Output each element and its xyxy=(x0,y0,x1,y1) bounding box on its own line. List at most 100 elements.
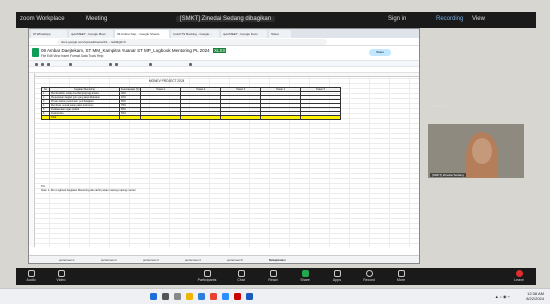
sheet-title-text: 09 Ambar Daejtekam, ST MM_Kampitra Yuana… xyxy=(41,48,210,53)
sign-in-button[interactable]: Sign in xyxy=(388,16,406,22)
browser-tab[interactable]: quiz/MEET - Google Meet xyxy=(69,30,113,38)
redo-icon[interactable] xyxy=(41,63,44,66)
participants-label: Participants xyxy=(197,278,217,282)
chat-icon xyxy=(237,270,245,277)
browser-tab[interactable]: quiz/MEET - Google Docs xyxy=(221,30,267,38)
meeting-label[interactable]: Meeting xyxy=(86,16,107,22)
leave-icon xyxy=(515,270,523,277)
browser-tab-active[interactable]: 09 Ambar Dep... Google Sheets xyxy=(115,30,169,38)
zoom-taskbar-icon[interactable] xyxy=(222,293,229,300)
zoom-title-bar: zoom Workplace Meeting [SMKT] Zinedai Se… xyxy=(16,12,536,28)
share-button[interactable]: Share xyxy=(369,49,391,56)
spreadsheet-grid[interactable]: MONEV PROJECT 2024 No Kegiatan Mentoring… xyxy=(29,73,419,247)
borders-icon[interactable] xyxy=(149,63,152,66)
apps-label: Apps xyxy=(332,278,342,282)
bold-icon[interactable] xyxy=(109,63,112,66)
browser-tab-strip: W WhatsApp quiz/MEET - Google Meet 09 Am… xyxy=(29,29,419,38)
recording-indicator: Recording xyxy=(436,16,464,22)
total-label[interactable]: Total xyxy=(49,115,120,120)
sheets-logo-icon xyxy=(32,48,39,57)
windows-taskbar: ▲ ♪ ◉ ⌁ 12:38 AM 8/22/2024 xyxy=(0,288,550,304)
monitor-photo: zoom Workplace Meeting [SMKT] Zinedai Se… xyxy=(0,0,550,304)
more-button[interactable]: More xyxy=(388,270,414,282)
record-icon xyxy=(365,270,373,277)
chat-label: Chat xyxy=(237,278,245,282)
react-label: React xyxy=(268,278,278,282)
audio-label: Audio xyxy=(26,278,36,282)
header-cell[interactable]: Ketercapaian (%) xyxy=(118,87,142,92)
sheet-tab[interactable]: pertemuan 3 xyxy=(143,258,159,262)
sheet-tab-active[interactable]: Rekapitulasi xyxy=(269,258,285,262)
share-screen-icon xyxy=(301,270,309,277)
total-row: Total xyxy=(41,115,341,120)
video-label: Video xyxy=(56,278,66,282)
record-button[interactable]: Record xyxy=(356,270,382,282)
task-view-icon[interactable] xyxy=(174,293,181,300)
chat-button[interactable]: Chat xyxy=(228,270,254,282)
system-tray-icons[interactable]: ▲ ♪ ◉ ⌁ xyxy=(495,294,510,299)
participants-icon xyxy=(203,270,211,277)
sheet-title[interactable]: 09 Ambar Daejtekam, ST MM_Kampitra Yuana… xyxy=(41,48,227,53)
windows-start-icon[interactable] xyxy=(150,293,157,300)
leave-label: Leave xyxy=(514,278,524,282)
sheet-tab[interactable]: pertemuan 1 xyxy=(59,258,75,262)
undo-icon[interactable] xyxy=(35,63,38,66)
url-field[interactable]: docs.google.com/spreadsheets/d/1..../edi… xyxy=(57,39,327,45)
zoom-app-title: zoom Workplace xyxy=(20,16,65,22)
leave-button[interactable]: Leave xyxy=(506,270,532,282)
file-format-badge: XLSX xyxy=(212,48,227,53)
sheet-notes: Ttd, Note: 1. Run Logbook Kegiatan Mento… xyxy=(41,185,136,193)
apps-icon xyxy=(333,270,341,277)
view-button[interactable]: View xyxy=(472,16,485,22)
participant-face xyxy=(472,138,492,164)
participant-video[interactable]: [SMKT] Zinedai Sedang xyxy=(428,124,524,178)
sheet-header: 09 Ambar Daejtekam, ST MM_Kampitra Yuana… xyxy=(29,46,419,60)
edge-icon[interactable] xyxy=(198,293,205,300)
browser-tab[interactable]: ListLKTS Booking - Google... xyxy=(171,30,219,38)
clock-date: 8/22/2024 xyxy=(526,296,544,301)
heart-icon xyxy=(269,270,277,277)
mentoring-table: No Kegiatan Mentoring Ketercapaian (%) P… xyxy=(41,87,341,120)
camera-icon xyxy=(57,270,65,277)
share-status-label[interactable]: [SMKT] Zinedai Sedang dibagikan xyxy=(176,16,276,22)
italic-icon[interactable] xyxy=(115,63,118,66)
apps-button[interactable]: Apps xyxy=(324,270,350,282)
file-explorer-icon[interactable] xyxy=(186,293,193,300)
share-screen-button[interactable]: Share xyxy=(292,270,318,282)
note-line: Note: 1. Run Logbook Kegiatan Mentoring … xyxy=(41,189,136,192)
more-label: More xyxy=(396,278,406,282)
browser-tab[interactable]: Sheet xyxy=(269,30,291,38)
microphone-icon xyxy=(27,270,35,277)
align-icon[interactable] xyxy=(189,63,192,66)
participant-mini-tile[interactable]: Kampitra... xyxy=(432,104,522,120)
system-clock[interactable]: 12:38 AM 8/22/2024 xyxy=(526,291,544,301)
zoom-meeting-toolbar: Audio Video Participants Chat React Shar… xyxy=(16,268,536,285)
column-headers xyxy=(29,73,419,77)
sheet-tab[interactable]: pertemuan 5 xyxy=(227,258,243,262)
audio-button[interactable]: Audio xyxy=(18,270,44,282)
table-title: MONEV PROJECT 2024 xyxy=(149,79,185,83)
address-bar-row: docs.google.com/spreadsheets/d/1..../edi… xyxy=(29,38,419,46)
browser-tab[interactable]: W WhatsApp xyxy=(31,30,67,38)
sheet-toolbar xyxy=(29,60,419,67)
share-label: Share xyxy=(300,278,310,282)
more-icon xyxy=(397,270,405,277)
sheet-tab[interactable]: pertemuan 4 xyxy=(185,258,201,262)
zoom-select-icon[interactable] xyxy=(69,63,72,66)
row-headers xyxy=(29,73,35,247)
react-button[interactable]: React xyxy=(260,270,286,282)
search-icon[interactable] xyxy=(162,293,169,300)
record-label: Record xyxy=(363,278,375,282)
word-icon[interactable] xyxy=(246,293,253,300)
sheet-tab-bar: pertemuan 1 pertemuan 2 pertemuan 3 pert… xyxy=(29,255,419,263)
participant-tile-label: Kampitra... xyxy=(432,104,449,108)
browser-window: W WhatsApp quiz/MEET - Google Meet 09 Am… xyxy=(28,28,420,264)
video-button[interactable]: Video xyxy=(48,270,74,282)
participant-name: [SMKT] Zinedai Sedang xyxy=(430,173,466,177)
chrome-icon[interactable] xyxy=(210,293,217,300)
pdf-app-icon[interactable] xyxy=(234,293,241,300)
participants-button[interactable]: Participants xyxy=(194,270,220,282)
sheet-tab[interactable]: pertemuan 2 xyxy=(101,258,117,262)
sheet-menu-bar[interactable]: File Edit View Insert Format Data Tools … xyxy=(41,54,103,58)
print-icon[interactable] xyxy=(47,63,50,66)
